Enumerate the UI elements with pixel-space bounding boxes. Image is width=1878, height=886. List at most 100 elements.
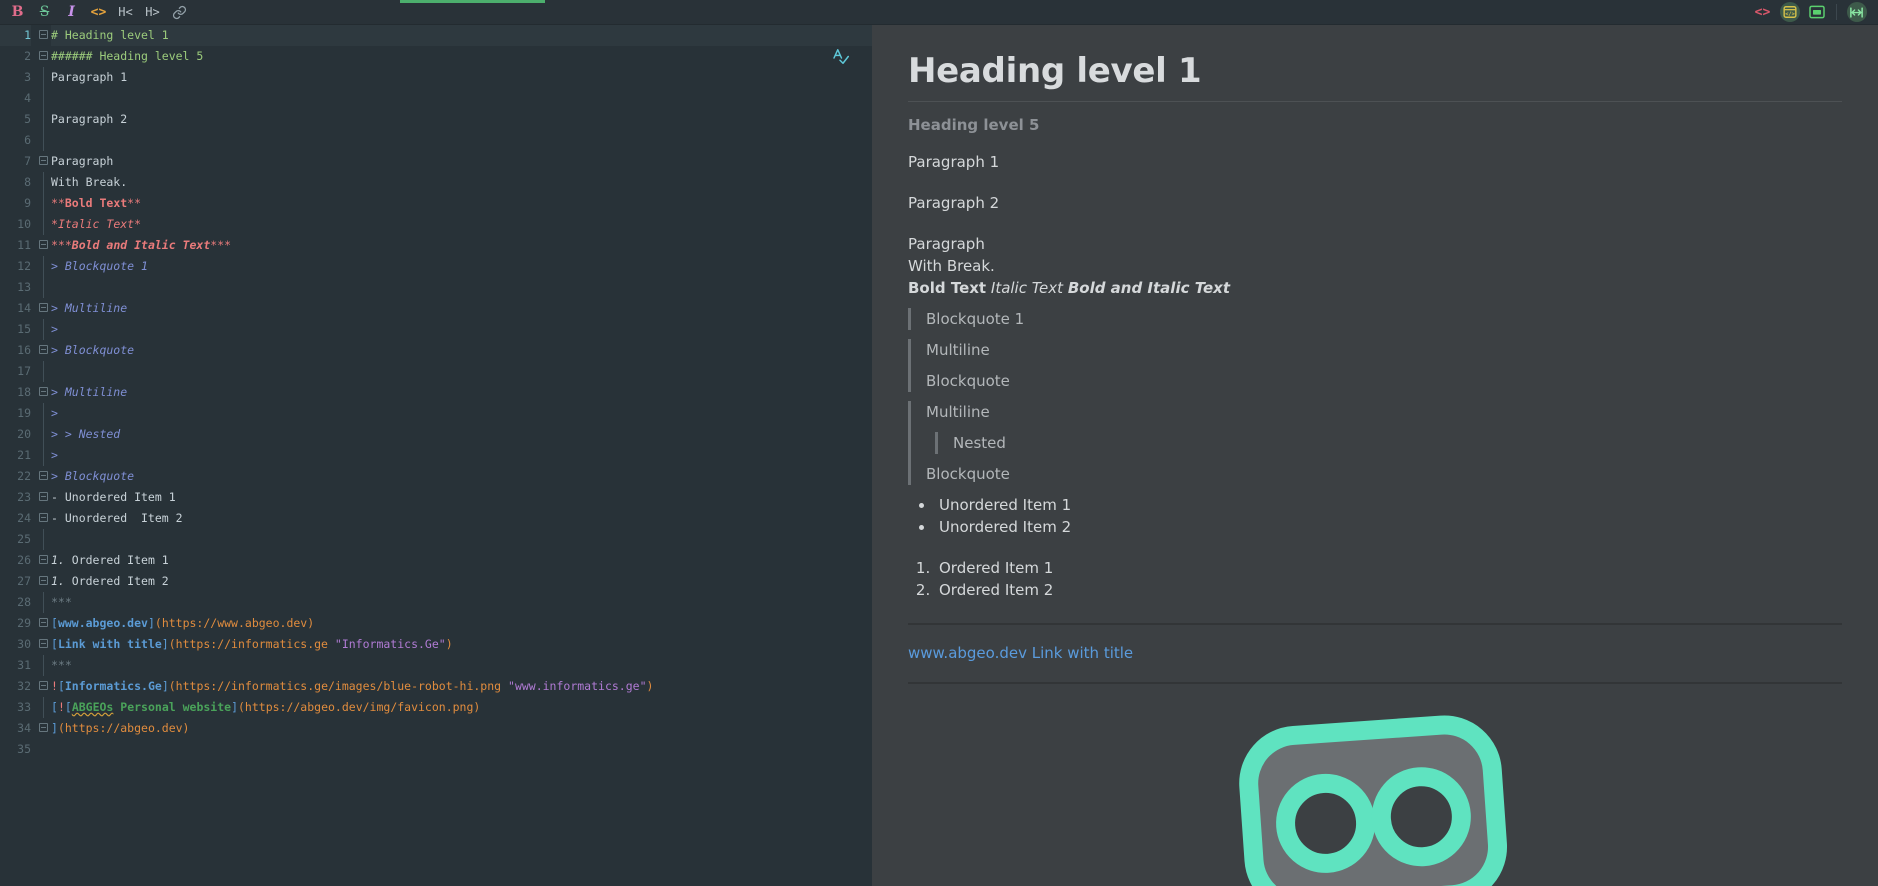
fold-marker[interactable] [38,466,49,487]
line-number: 3 [24,70,31,84]
svg-text:</>: </> [1785,12,1794,18]
toolbar-left-group: B S I <> H< H> [0,0,193,25]
code-line[interactable]: Paragraph 1 [51,67,872,88]
code-token: * [51,217,58,231]
code-line[interactable] [51,88,872,109]
code-line[interactable]: [Link with title](https://informatics.ge… [51,634,872,655]
code-area[interactable]: 1 2 3 4 5 6 7 8 9 10 11 12 13 14 15 16 17 18 19 20 21 22 23 24 2… [0,25,872,760]
code-line[interactable] [51,739,872,760]
bold-button[interactable]: B [4,0,31,25]
code-line[interactable]: ***Bold and Italic Text*** [51,235,872,256]
fold-marker[interactable] [38,613,49,634]
fold-marker[interactable] [38,151,49,172]
fold-marker[interactable] [38,487,49,508]
preview-link-1[interactable]: www.abgeo.dev [908,644,1027,662]
code-line[interactable]: > Multiline [51,298,872,319]
code-line[interactable]: > Blockquote [51,340,872,361]
fold-marker[interactable] [38,676,49,697]
preview-italic-text: Italic Text [990,279,1064,297]
line-number: 10 [17,217,31,231]
fit-width-button[interactable] [1843,0,1870,25]
code-token: > [51,406,58,420]
code-line[interactable]: *** [51,655,872,676]
code-line[interactable] [51,529,872,550]
fold-marker[interactable] [38,235,49,256]
code-line[interactable]: > Multiline [51,382,872,403]
preview-link-2[interactable]: Link with title [1032,644,1133,662]
code-line[interactable]: # Heading level 1 [51,25,872,46]
fold-marker[interactable] [38,46,49,67]
line-number: 4 [24,91,31,105]
fold-marker[interactable] [38,25,49,46]
code-line[interactable]: **Bold Text** [51,193,872,214]
code-line[interactable]: Paragraph 2 [51,109,872,130]
preview-pane[interactable]: Heading level 1 Heading level 5 Paragrap… [872,25,1878,886]
preview-only-button[interactable] [1803,0,1830,25]
code-line[interactable]: 1. Ordered Item 1 [51,550,872,571]
robot-image[interactable] [1239,702,1511,886]
inline-code-button[interactable]: <> [85,0,112,25]
code-line[interactable]: > Blockquote 1 [51,256,872,277]
fold-marker[interactable] [38,382,49,403]
fold-marker[interactable] [38,634,49,655]
code-line[interactable]: 1. Ordered Item 2 [51,571,872,592]
strikethrough-button[interactable]: S [31,0,58,25]
editor-pane[interactable]: 1 2 3 4 5 6 7 8 9 10 11 12 13 14 15 16 17 18 19 20 21 22 23 24 2… [0,25,872,886]
code-line[interactable] [51,277,872,298]
preview-horizontal-rule-2 [908,682,1842,684]
code-line[interactable]: - Unordered Item 1 [51,487,872,508]
code-token: ] [147,616,155,630]
code-line[interactable] [51,361,872,382]
code-line[interactable]: > [51,445,872,466]
code-token: ABGEOs [71,700,114,714]
source-code-button[interactable]: <> [1749,0,1776,25]
line-number: 22 [17,469,31,483]
code-line[interactable]: [![ABGEOs Personal website](https://abge… [51,697,872,718]
code-token: - Unordered Item 1 [51,490,176,504]
code-line[interactable]: ](https://abgeo.dev) [51,718,872,739]
code-line[interactable]: *** [51,592,872,613]
fold-marker [38,319,49,340]
line-number: 34 [17,721,31,735]
code-line[interactable]: > > Nested [51,424,872,445]
list-item: Ordered Item 2 [935,580,1842,601]
link-button[interactable] [166,0,193,25]
line-number: 6 [24,133,31,147]
fold-marker[interactable] [38,298,49,319]
code-token: *** [51,658,72,672]
preview-blockquote-3-nested-text: Nested [953,434,1006,452]
code-text[interactable]: # Heading level 1 ###### Heading level 5 P… [49,25,872,760]
code-line[interactable]: - Unordered Item 2 [51,508,872,529]
code-line[interactable]: *Italic Text* [51,214,872,235]
code-token: > [51,448,58,462]
code-token: Paragraph 2 [51,112,128,126]
code-folding-column[interactable] [38,25,49,760]
code-line[interactable]: With Break. [51,172,872,193]
code-token: > > Nested [51,427,121,441]
code-line[interactable]: > Blockquote [51,466,872,487]
fold-marker[interactable] [38,508,49,529]
split-view-button[interactable]: </> [1776,0,1803,25]
code-line[interactable] [51,130,872,151]
preview-blockquote-3-line1: Multiline [926,403,990,421]
code-line[interactable]: Paragraph [51,151,872,172]
fold-marker[interactable] [38,340,49,361]
fold-marker[interactable] [38,718,49,739]
fold-marker[interactable] [38,571,49,592]
code-line[interactable]: > [51,319,872,340]
italic-button[interactable]: I [58,0,85,25]
code-line[interactable]: ![Informatics.Ge](https://informatics.ge… [51,676,872,697]
heading-increase-button[interactable]: H> [139,0,166,25]
line-number: 21 [17,448,31,462]
fold-marker [38,67,49,88]
code-line[interactable]: > [51,403,872,424]
code-line[interactable]: ###### Heading level 5 [51,46,872,67]
fold-marker[interactable] [38,550,49,571]
preview-bold-text: Bold Text [908,279,987,297]
line-number: 12 [17,259,31,273]
fold-marker [38,193,49,214]
line-number: 11 [17,238,31,252]
code-token: > Blockquote 1 [51,259,148,273]
code-line[interactable]: [www.abgeo.dev](https://www.abgeo.dev) [51,613,872,634]
heading-decrease-button[interactable]: H< [112,0,139,25]
